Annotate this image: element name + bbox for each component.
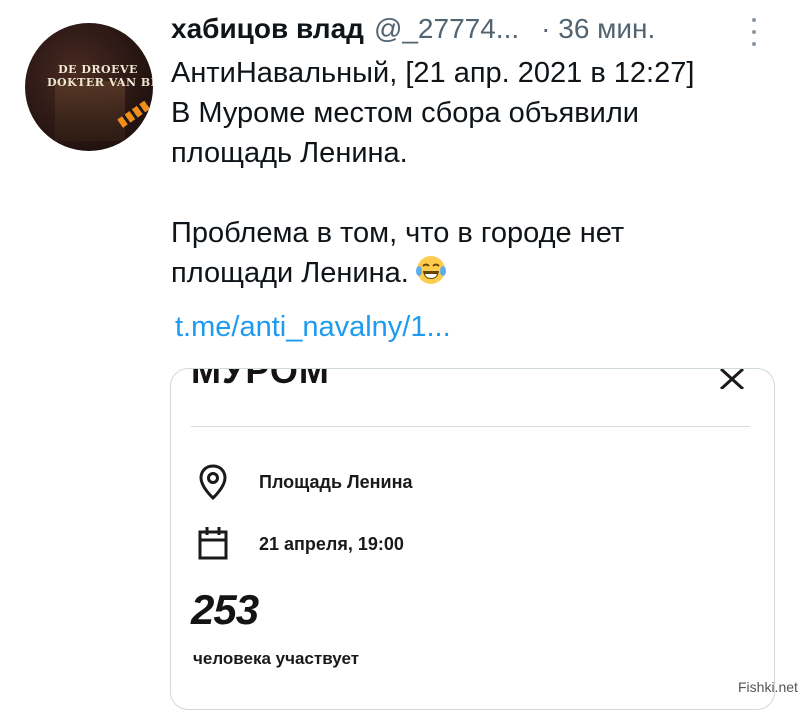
place-label: Площадь Ленина: [259, 471, 413, 492]
author-handle[interactable]: @_27774...: [374, 13, 519, 44]
tweet-text-line-with-emoji: площади Ленина.: [171, 253, 771, 293]
date-label: 21 апреля, 19:00: [259, 533, 404, 554]
divider: [191, 426, 750, 427]
participant-count-label: человека участвует: [193, 649, 360, 668]
calendar-icon: [198, 527, 228, 560]
tweet-link[interactable]: t.me/anti_navalny/1...: [175, 311, 451, 344]
tweet-text-line: Проблема в том, что в городе нет: [171, 217, 625, 249]
crying-laughing-emoji-icon: [415, 256, 446, 284]
tweet-timestamp[interactable]: · 36 мин.: [541, 13, 655, 44]
tweet-text-line: площадь Ленина.: [171, 137, 408, 169]
participant-count: 253: [191, 586, 259, 633]
tweet-text-line: АнтиНавальный, [21 апр. 2021 в 12:27]: [171, 57, 695, 89]
tweet-text-line: В Муроме местом сбора объявили: [171, 97, 639, 129]
more-icon[interactable]: [748, 18, 760, 46]
card-title: МУРОМ: [191, 368, 330, 391]
avatar-text-line1: DE DROEVE: [58, 63, 138, 76]
avatar-photo: [55, 81, 125, 141]
watermark: Fishki.net: [738, 679, 798, 695]
place-row: Площадь Ленина: [197, 462, 413, 502]
avatar-text-line2: DOKTER VAN BES: [47, 76, 153, 89]
tweet-header: хабицов влад @_27774... · 36 мин.: [171, 13, 771, 53]
date-row: 21 апреля, 19:00: [197, 524, 404, 564]
embedded-card[interactable]: МУРОМ Площадь Ленина 21 апреля, 19:00 25…: [170, 368, 775, 710]
close-icon[interactable]: [717, 369, 749, 389]
avatar[interactable]: DE DROEVE DOKTER VAN BES: [25, 23, 153, 151]
author-name[interactable]: хабицов влад: [171, 13, 364, 44]
location-pin-icon: [199, 464, 227, 501]
tweet-text: АнтиНавальный, [21 апр. 2021 в 12:27] В …: [171, 53, 771, 293]
